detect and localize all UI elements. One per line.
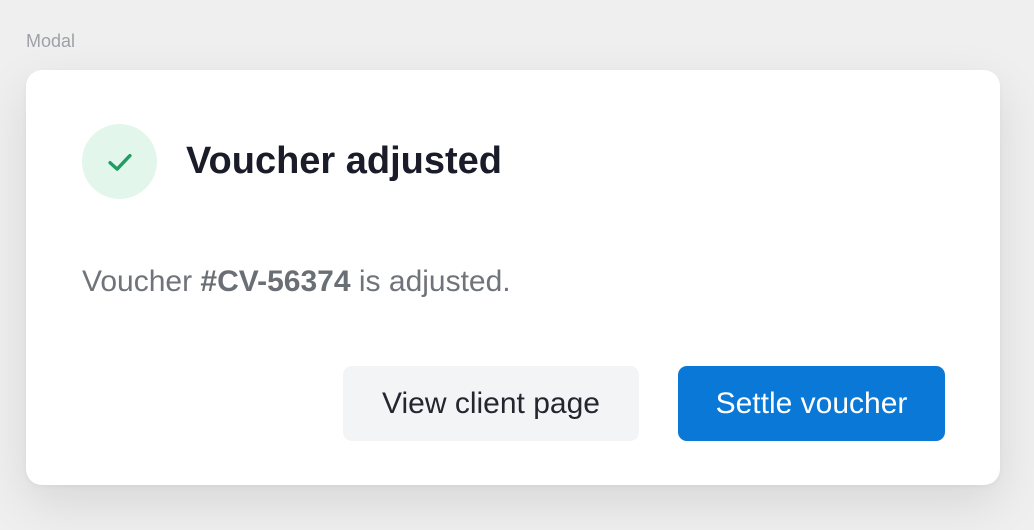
success-modal: Voucher adjusted Voucher #CV-56374 is ad… — [26, 70, 1000, 485]
modal-message: Voucher #CV-56374 is adjusted. — [82, 262, 511, 302]
modal-title: Voucher adjusted — [186, 140, 503, 182]
view-client-page-button[interactable]: View client page — [343, 366, 639, 441]
success-badge — [82, 124, 157, 199]
check-icon — [107, 153, 132, 171]
frame-label: Modal — [26, 31, 76, 51]
settle-voucher-button[interactable]: Settle voucher — [678, 366, 945, 441]
message-prefix: Voucher — [82, 265, 201, 298]
message-suffix: is adjusted. — [350, 265, 511, 298]
voucher-id: #CV-56374 — [200, 265, 351, 298]
